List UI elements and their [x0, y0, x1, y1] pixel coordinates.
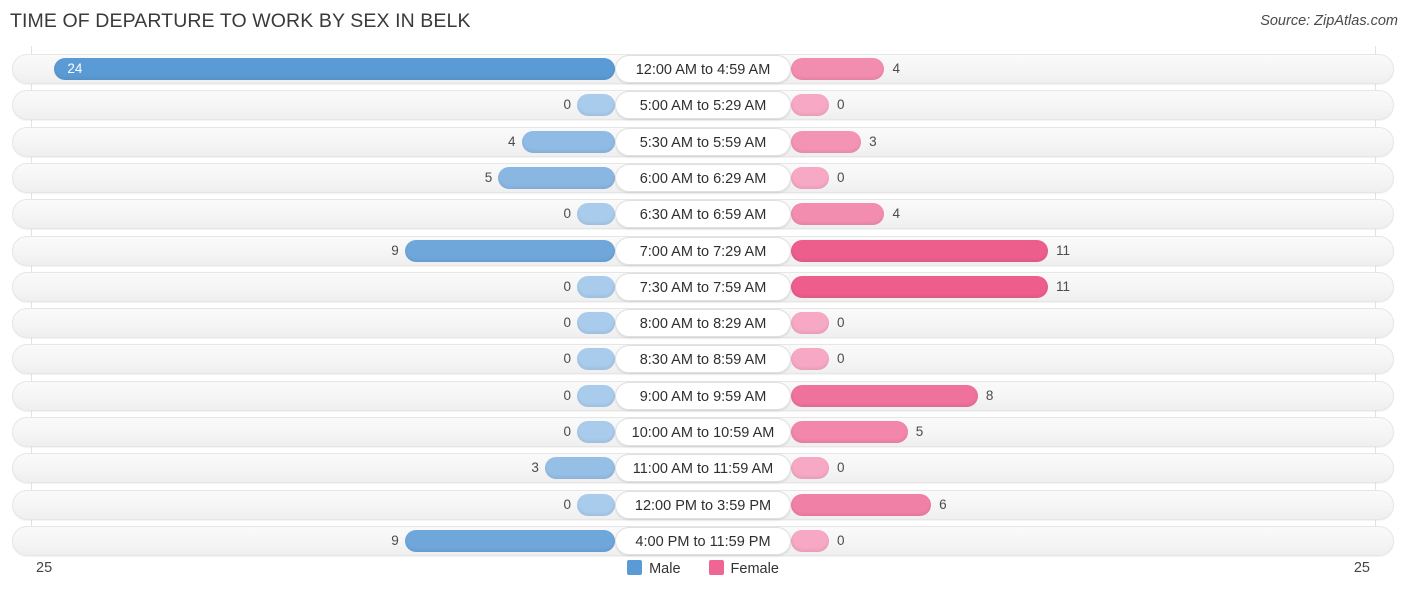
- bar-male[interactable]: [577, 203, 615, 226]
- bar-female[interactable]: [791, 239, 1048, 262]
- bar-value-male: 3: [531, 460, 539, 476]
- source-label: Source: ZipAtlas.com: [1260, 13, 1398, 29]
- category-label: 12:00 PM to 3:59 PM: [615, 490, 791, 519]
- bar-male[interactable]: [521, 130, 615, 153]
- bar-value-female: 11: [1055, 278, 1070, 294]
- bar-male[interactable]: [577, 493, 615, 516]
- bar-value-male: 0: [563, 424, 571, 439]
- bar-value-male: 0: [563, 387, 571, 403]
- bar-value-female: 0: [837, 315, 845, 331]
- legend-item[interactable]: Female: [708, 560, 779, 577]
- bar-value-male: 4: [508, 133, 516, 149]
- bar-female[interactable]: [791, 384, 978, 407]
- bar-value-male: 24: [67, 61, 83, 76]
- category-label: 4:00 PM to 11:59 PM: [615, 526, 791, 555]
- bar-value-female: 5: [915, 424, 924, 439]
- bar-male[interactable]: [577, 384, 615, 407]
- category-label: 7:30 AM to 7:59 AM: [615, 272, 791, 301]
- bar-row[interactable]: 0 8:00 AM to 8:29 AM 0: [12, 308, 1394, 339]
- category-label: 8:30 AM to 8:59 AM: [615, 345, 791, 374]
- bar-male[interactable]: [498, 166, 615, 189]
- bar-row[interactable]: 0 6:30 AM to 6:59 AM 4: [12, 199, 1394, 230]
- bar-value-male: 0: [563, 496, 571, 512]
- category-label: 8:00 AM to 8:29 AM: [615, 309, 791, 338]
- bar-value-female: 11: [1055, 242, 1070, 258]
- category-label: 10:00 AM to 10:59 AM: [615, 418, 791, 446]
- bar-female[interactable]: [791, 58, 885, 80]
- bar-value-female: 4: [892, 206, 900, 222]
- bar-female[interactable]: [791, 493, 932, 516]
- bar-value-male: 0: [563, 97, 571, 113]
- bar-value-female: 0: [837, 97, 845, 113]
- bar-female[interactable]: [791, 457, 829, 480]
- bar-value-male: 9: [391, 242, 399, 258]
- bar-row[interactable]: 0 10:00 AM to 10:59 AM 5: [12, 417, 1394, 447]
- bar-value-male: 0: [563, 278, 571, 294]
- bar-row[interactable]: 0 5:00 AM to 5:29 AM 0: [12, 90, 1394, 121]
- category-label: 5:30 AM to 5:59 AM: [615, 127, 791, 156]
- bar-row[interactable]: 24 12:00 AM to 4:59 AM 4: [12, 54, 1394, 84]
- bar-value-male: 5: [484, 169, 493, 185]
- bar-value-male: 9: [391, 532, 399, 548]
- bar-value-female: 8: [985, 387, 994, 403]
- bar-row[interactable]: 5 6:00 AM to 6:29 AM 0: [12, 162, 1394, 193]
- bar-female[interactable]: [791, 421, 908, 443]
- bar-male[interactable]: [577, 348, 615, 371]
- bar-value-male: 0: [563, 206, 571, 222]
- bar-value-female: 3: [869, 133, 877, 149]
- bar-value-female: 4: [892, 61, 900, 76]
- bar-value-male: 0: [563, 315, 571, 331]
- bar-value-female: 0: [837, 169, 845, 185]
- bar-row[interactable]: 3 11:00 AM to 11:59 AM 0: [12, 453, 1394, 484]
- legend-item[interactable]: Male: [627, 560, 681, 577]
- bar-male[interactable]: [577, 312, 615, 335]
- category-label: 5:00 AM to 5:29 AM: [615, 91, 791, 120]
- bar-row[interactable]: 4 5:30 AM to 5:59 AM 3: [12, 126, 1394, 157]
- bar-female[interactable]: [791, 166, 829, 189]
- bar-male[interactable]: [577, 94, 615, 117]
- bar-female[interactable]: [791, 529, 829, 552]
- bar-row[interactable]: 0 9:00 AM to 9:59 AM 8: [12, 380, 1394, 411]
- bar-male[interactable]: [54, 58, 615, 80]
- bar-female[interactable]: [791, 94, 829, 117]
- bar-row[interactable]: 0 12:00 PM to 3:59 PM 6: [12, 489, 1394, 520]
- bar-value-female: 0: [837, 351, 845, 367]
- bar-male[interactable]: [577, 275, 615, 298]
- chart-footer: 25 25 Male Female: [0, 551, 1406, 595]
- legend-label: Male: [649, 561, 681, 577]
- bar-female[interactable]: [791, 203, 885, 226]
- bar-male[interactable]: [404, 529, 615, 552]
- category-label: 6:00 AM to 6:29 AM: [615, 163, 791, 192]
- bar-female[interactable]: [791, 130, 862, 153]
- bar-value-male: 0: [563, 351, 571, 367]
- bar-female[interactable]: [791, 312, 829, 335]
- bar-value-female: 0: [837, 460, 845, 476]
- legend-swatch-icon: [627, 560, 643, 575]
- chart-legend: Male Female: [0, 560, 1406, 577]
- category-label: 9:00 AM to 9:59 AM: [615, 381, 791, 410]
- bar-female[interactable]: [791, 348, 829, 371]
- category-label: 12:00 AM to 4:59 AM: [615, 55, 791, 83]
- bar-row[interactable]: 9 7:00 AM to 7:29 AM 11: [12, 235, 1394, 266]
- legend-label: Female: [730, 561, 779, 577]
- category-label: 7:00 AM to 7:29 AM: [615, 236, 791, 265]
- legend-swatch-icon: [708, 560, 724, 575]
- bar-row[interactable]: 0 7:30 AM to 7:59 AM 11: [12, 271, 1394, 302]
- category-label: 6:30 AM to 6:59 AM: [615, 200, 791, 229]
- category-label: 11:00 AM to 11:59 AM: [615, 454, 791, 483]
- bar-female[interactable]: [791, 275, 1048, 298]
- chart-plot-area: 24 12:00 AM to 4:59 AM 4 0 5:00 AM to 5:29 A…: [0, 46, 1406, 556]
- bar-male[interactable]: [577, 421, 615, 443]
- bar-row[interactable]: 0 8:30 AM to 8:59 AM 0: [12, 344, 1394, 375]
- bar-value-female: 0: [837, 532, 845, 548]
- bar-male[interactable]: [404, 239, 615, 262]
- page-title: TIME OF DEPARTURE TO WORK BY SEX IN BELK: [10, 10, 471, 32]
- bar-value-female: 6: [939, 496, 947, 512]
- bar-male[interactable]: [544, 457, 615, 480]
- chart-header: TIME OF DEPARTURE TO WORK BY SEX IN BELK…: [0, 0, 1406, 46]
